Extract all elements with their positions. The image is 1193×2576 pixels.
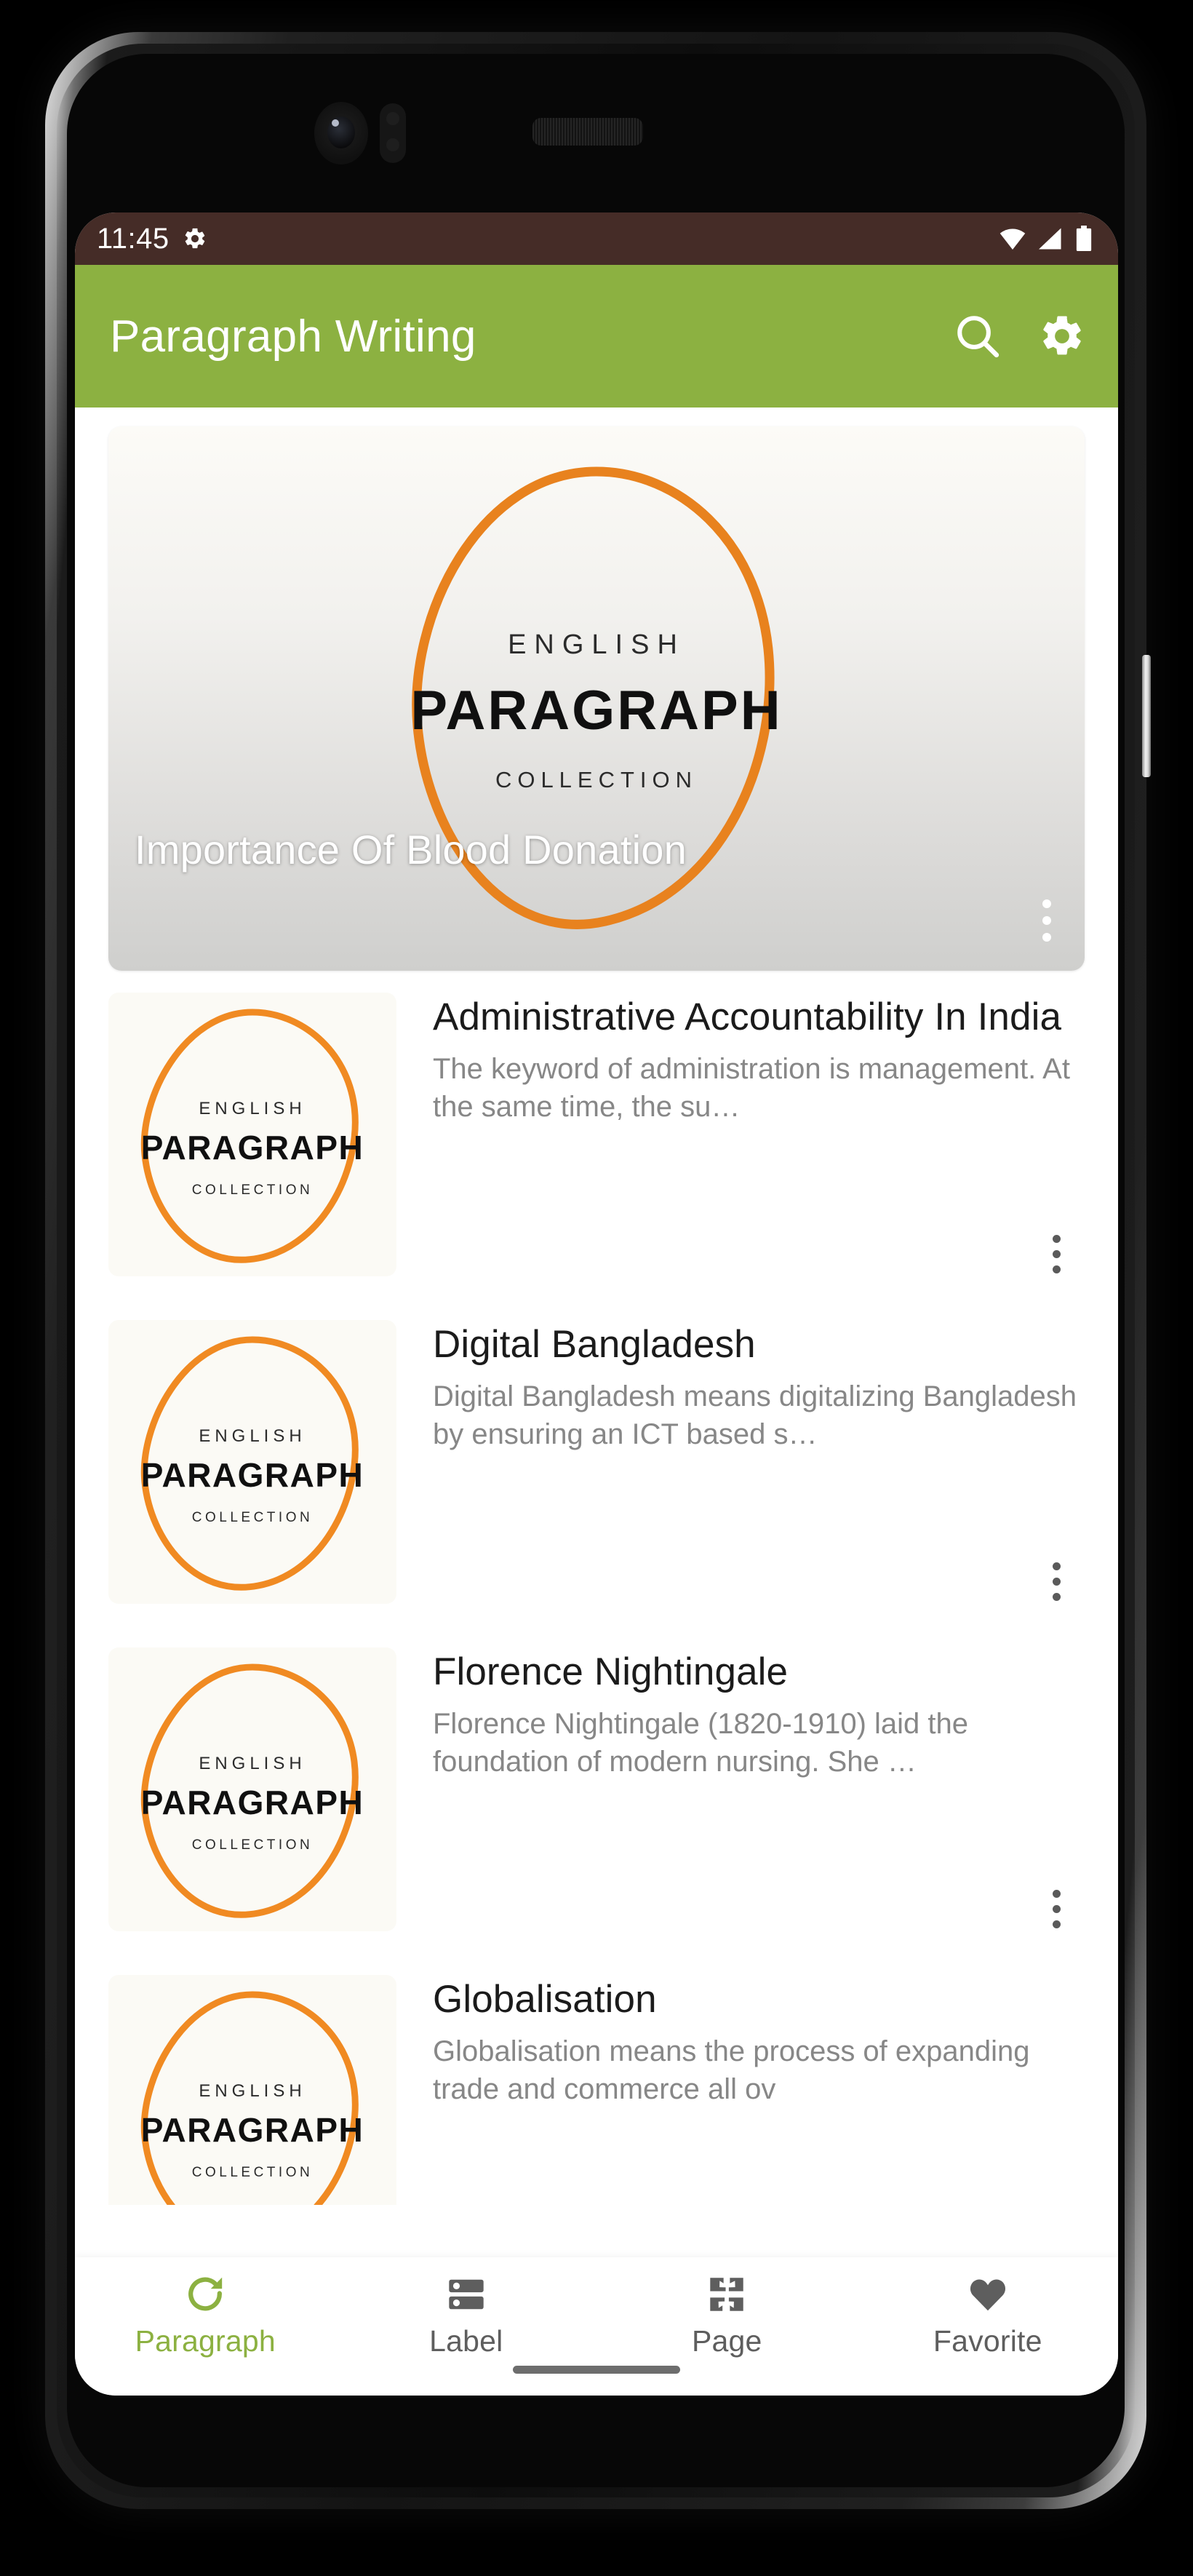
storage-icon xyxy=(445,2273,487,2315)
menu-dot xyxy=(1053,1890,1061,1898)
list-item-thumbnail: ENGLISH PARAGRAPH COLLECTION xyxy=(108,1647,396,1931)
list-item-thumbnail: ENGLISH PARAGRAPH COLLECTION xyxy=(108,993,396,1276)
logo-line-3: COLLECTION xyxy=(192,1182,313,1198)
list-item[interactable]: ENGLISH PARAGRAPH COLLECTION Administrat… xyxy=(75,971,1118,1298)
logo-line-1: ENGLISH xyxy=(199,1754,306,1773)
fullscreen-exit-icon xyxy=(706,2273,748,2315)
list-item-title: Digital Bangladesh xyxy=(433,1323,756,1366)
home-indicator[interactable] xyxy=(513,2366,680,2374)
paragraph-collection-logo: ENGLISH PARAGRAPH COLLECTION xyxy=(141,1663,364,1918)
nav-item-label[interactable]: Label xyxy=(336,2273,597,2358)
menu-dot xyxy=(1042,899,1051,908)
gear-icon xyxy=(183,226,207,251)
menu-dot xyxy=(1053,1920,1061,1928)
status-bar-left: 11:45 xyxy=(97,223,207,255)
search-icon[interactable] xyxy=(954,312,1002,360)
featured-overflow-menu-icon[interactable] xyxy=(1042,899,1053,942)
nav-label: Page xyxy=(691,2324,762,2358)
list-item-description: The keyword of administration is managem… xyxy=(433,1052,1070,1123)
list-item-text: Administrative Accountability In India T… xyxy=(396,993,1085,1298)
menu-dot xyxy=(1042,933,1051,942)
light-sensor-icon xyxy=(386,138,399,151)
list-item-title: Florence Nightingale xyxy=(433,1650,789,1693)
logo-line-2: PARAGRAPH xyxy=(141,1784,364,1821)
paragraph-collection-logo: ENGLISH PARAGRAPH COLLECTION xyxy=(141,1009,364,1263)
list-item-description: Florence Nightingale (1820-1910) laid th… xyxy=(433,1707,969,1778)
camera-glint xyxy=(332,119,339,127)
menu-dot xyxy=(1053,1235,1061,1243)
list-item-description: Globalisation means the process of expan… xyxy=(433,2035,1030,2105)
status-bar: 11:45 xyxy=(75,212,1118,265)
nav-label: Paragraph xyxy=(135,2324,276,2358)
refresh-icon xyxy=(184,2273,226,2315)
earpiece-speaker xyxy=(532,118,643,146)
logo-line-3: COLLECTION xyxy=(192,1510,313,1525)
list-item-overflow-menu-icon[interactable] xyxy=(1053,1235,1061,1273)
menu-dot xyxy=(1053,1578,1061,1586)
nav-label: Label xyxy=(429,2324,503,2358)
list-item[interactable]: ENGLISH PARAGRAPH COLLECTION Florence Ni… xyxy=(75,1626,1118,1953)
heart-icon xyxy=(967,2273,1009,2315)
logo-line-1: ENGLISH xyxy=(199,1099,306,1118)
logo-line-2: PARAGRAPH xyxy=(141,1129,364,1166)
app-bar-actions xyxy=(954,312,1086,360)
gear-icon[interactable] xyxy=(1038,312,1086,360)
nav-label: Favorite xyxy=(933,2324,1042,2358)
paragraph-collection-logo: ENGLISH PARAGRAPH COLLECTION xyxy=(141,1336,364,1591)
menu-dot xyxy=(1053,1593,1061,1601)
phone-screen: 11:45 Paragraph Writing ENGLISH PARAGRAP… xyxy=(75,212,1118,2396)
bottom-navigation-bar: Paragraph Label Page Favorite xyxy=(75,2257,1118,2396)
logo-line-3: COLLECTION xyxy=(495,767,698,792)
battery-icon xyxy=(1074,226,1093,252)
content-scroll-area[interactable]: ENGLISH PARAGRAPH COLLECTION Importance … xyxy=(75,408,1118,2205)
wifi-icon xyxy=(999,228,1026,250)
list-item[interactable]: ENGLISH PARAGRAPH COLLECTION Digital Ban… xyxy=(75,1298,1118,1626)
signal-icon xyxy=(1037,227,1064,250)
logo-line-3: COLLECTION xyxy=(192,2165,313,2180)
list-item-thumbnail: ENGLISH PARAGRAPH COLLECTION xyxy=(108,1975,396,2205)
list-item[interactable]: ENGLISH PARAGRAPH COLLECTION Globalisati… xyxy=(75,1953,1118,2205)
logo-line-1: ENGLISH xyxy=(508,629,685,660)
list-item-text: Globalisation Globalisation means the pr… xyxy=(396,1975,1085,2205)
logo-line-2: PARAGRAPH xyxy=(141,1456,364,1494)
nav-item-page[interactable]: Page xyxy=(596,2273,858,2358)
logo-line-2: PARAGRAPH xyxy=(141,2111,364,2149)
menu-dot xyxy=(1053,1562,1061,1570)
menu-dot xyxy=(1053,1905,1061,1913)
list-item-overflow-menu-icon[interactable] xyxy=(1053,1562,1061,1601)
list-item-text: Digital Bangladesh Digital Bangladesh me… xyxy=(396,1320,1085,1626)
page-title: Paragraph Writing xyxy=(110,311,476,362)
logo-line-1: ENGLISH xyxy=(199,1426,306,1446)
featured-title: Importance Of Blood Donation xyxy=(135,827,687,872)
nav-item-paragraph[interactable]: Paragraph xyxy=(75,2273,336,2358)
list-item-overflow-menu-icon[interactable] xyxy=(1053,1890,1061,1928)
list-item-description: Digital Bangladesh means digitalizing Ba… xyxy=(433,1380,1077,1450)
featured-card[interactable]: ENGLISH PARAGRAPH COLLECTION Importance … xyxy=(108,426,1085,971)
logo-line-3: COLLECTION xyxy=(192,1837,313,1853)
list-item-thumbnail: ENGLISH PARAGRAPH COLLECTION xyxy=(108,1320,396,1604)
status-time: 11:45 xyxy=(97,222,169,255)
nav-item-favorite[interactable]: Favorite xyxy=(858,2273,1119,2358)
power-button[interactable] xyxy=(1142,655,1151,777)
logo-line-1: ENGLISH xyxy=(199,2081,306,2101)
list-item-text: Florence Nightingale Florence Nightingal… xyxy=(396,1647,1085,1953)
app-bar: Paragraph Writing xyxy=(75,265,1118,408)
list-item-title: Globalisation xyxy=(433,1978,657,2021)
menu-dot xyxy=(1053,1250,1061,1258)
proximity-sensor-icon xyxy=(386,112,399,125)
menu-dot xyxy=(1053,1265,1061,1273)
list-item-title: Administrative Accountability In India xyxy=(433,995,1062,1038)
phone-top-hardware xyxy=(67,80,1125,211)
menu-dot xyxy=(1042,916,1051,925)
paragraph-collection-logo: ENGLISH PARAGRAPH COLLECTION xyxy=(141,1991,364,2205)
logo-line-2: PARAGRAPH xyxy=(410,680,782,742)
status-bar-right xyxy=(999,226,1093,252)
